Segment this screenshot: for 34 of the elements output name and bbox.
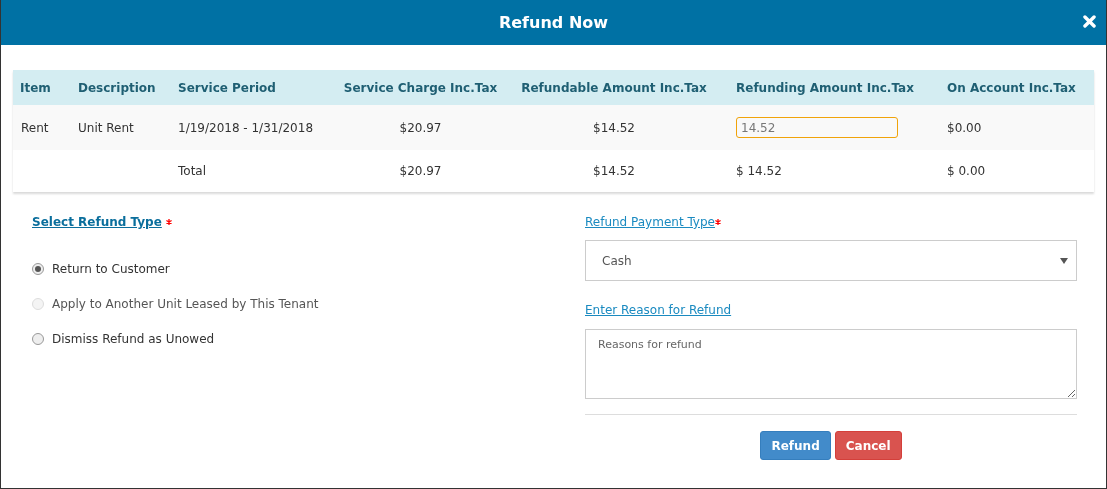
column-header: Item: [20, 79, 51, 97]
column-header: Refunding Amount Inc.Tax: [736, 79, 914, 97]
column-header: Refundable Amount Inc.Tax: [521, 79, 707, 97]
table-cell-text: Rent: [20, 119, 49, 137]
dropdown-caret-icon: [1060, 257, 1068, 264]
reason-field[interactable]: Reasons for refund: [585, 329, 1077, 399]
payment-type-select[interactable]: Cash: [585, 240, 1077, 281]
table-cell-text: $20.97: [399, 163, 442, 180]
column-header: On Account Inc.Tax: [947, 79, 1076, 97]
refund-button[interactable]: Refund: [760, 431, 831, 460]
table-cell-text: $14.52: [593, 119, 635, 137]
table-cell-text: $0.00: [947, 119, 982, 137]
table-cell-text: Unit Rent: [78, 119, 134, 137]
table-cell-text: $ 14.52: [736, 163, 782, 180]
cancel-button[interactable]: Cancel: [834, 431, 902, 460]
column-header: Description: [78, 79, 156, 97]
radio-button[interactable]: [32, 263, 44, 275]
total-label: Total: [178, 163, 207, 180]
payment-type-label[interactable]: Refund Payment Type: [585, 213, 715, 231]
column-header: Service Charge Inc.Tax: [343, 79, 498, 97]
radio-button[interactable]: [32, 333, 44, 345]
table-cell-text: $20.97: [399, 119, 442, 137]
reason-label[interactable]: Enter Reason for Refund: [585, 301, 732, 319]
radio-label: Return to Customer: [52, 261, 170, 278]
radio-label: Dismiss Refund as Unowed: [52, 331, 215, 348]
table-cell-text: $ 0.00: [947, 163, 986, 180]
column-header: Service Period: [178, 79, 276, 97]
dialog-title: Refund Now: [498, 11, 609, 34]
radio-label: Apply to Another Unit Leased by This Tenant: [52, 296, 319, 313]
refund-type-label[interactable]: Select Refund Type: [32, 213, 162, 231]
table-cell-text: 1/19/2018 - 1/31/2018: [178, 119, 314, 137]
refunding-amount-input[interactable]: 14.52: [736, 117, 898, 138]
close-icon[interactable]: [1083, 15, 1096, 28]
table-cell-text: $14.52: [593, 163, 635, 180]
